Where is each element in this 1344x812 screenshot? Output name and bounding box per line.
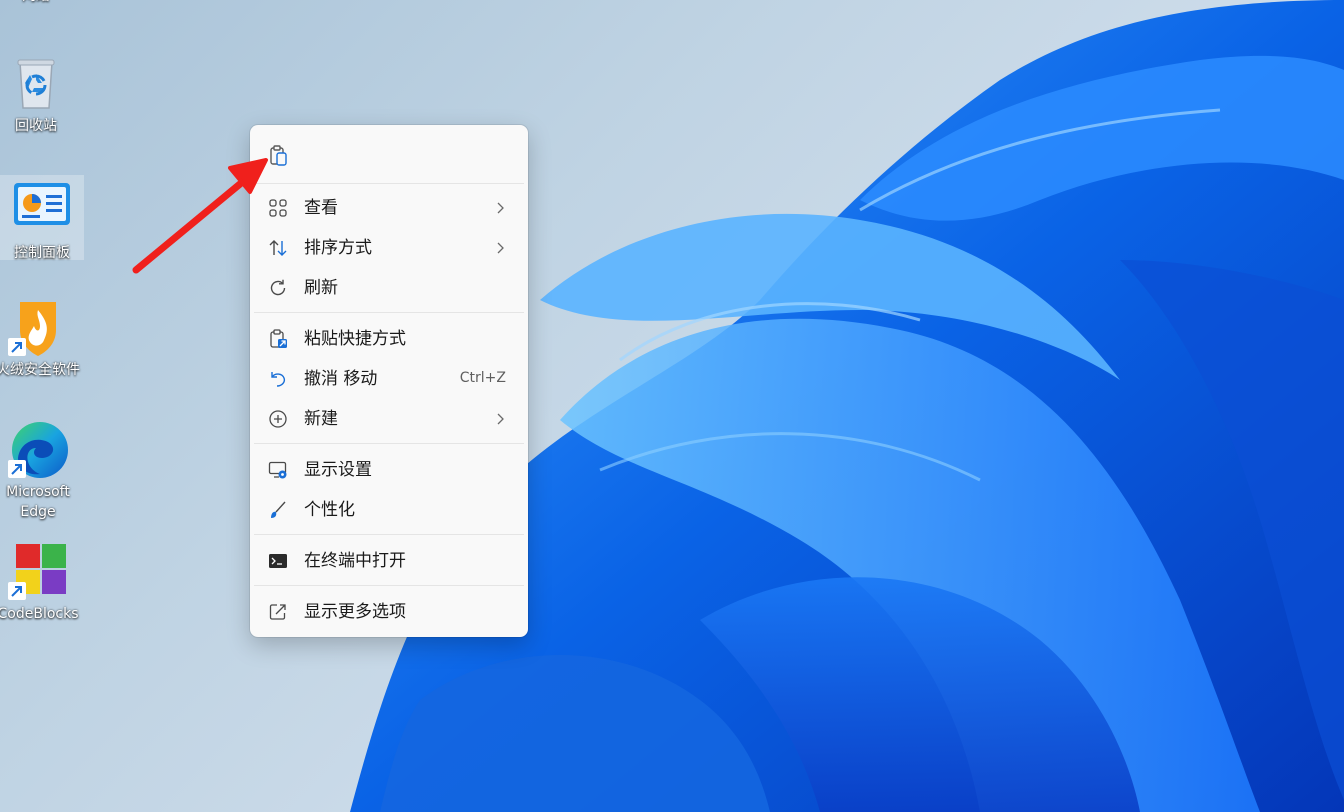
shortcut-arrow-icon <box>8 582 26 600</box>
recycle-bin-icon <box>4 52 68 116</box>
huorong-shield-icon <box>6 296 70 360</box>
view-grid-icon <box>269 199 287 217</box>
desktop-icon-control-panel[interactable]: 控制面板 <box>0 175 84 261</box>
shortcut-arrow-icon <box>8 338 26 356</box>
desktop-icon-label: CodeBlocks <box>0 606 79 622</box>
menu-item-label: 显示设置 <box>304 460 372 480</box>
menu-item-label: 排序方式 <box>304 238 372 258</box>
undo-icon <box>271 372 286 387</box>
desktop-icon-edge[interactable]: Microsoft Edge <box>0 418 80 522</box>
chevron-right-icon <box>497 413 504 425</box>
shortcut-arrow-icon <box>8 460 26 478</box>
menu-item-sort-by[interactable]: 排序方式 <box>254 228 524 268</box>
desktop-icon-label: 控制面板 <box>14 245 70 261</box>
paste-button[interactable] <box>264 141 294 171</box>
codeblocks-icon <box>6 540 70 604</box>
paste-shortcut-icon <box>270 329 287 348</box>
desktop-icon-label-line2: Edge <box>20 504 56 520</box>
menu-item-paste-shortcut[interactable]: 粘贴快捷方式 <box>254 319 524 359</box>
menu-item-label: 新建 <box>304 409 338 429</box>
menu-item-label: 个性化 <box>304 500 355 520</box>
desktop-context-menu: 查看 排序方式 刷新 粘贴快捷方式 撤消 移动 Ctrl+Z 新建 显示设置 个… <box>250 125 528 637</box>
refresh-icon <box>270 279 286 296</box>
show-more-options-icon <box>269 604 286 620</box>
menu-item-label: 查看 <box>304 198 338 218</box>
menu-item-undo-move[interactable]: 撤消 移动 Ctrl+Z <box>254 359 524 399</box>
control-panel-icon <box>10 179 74 243</box>
display-settings-icon <box>268 461 287 479</box>
sort-icon <box>269 240 287 256</box>
quick-action-bar <box>250 125 528 183</box>
menu-item-label: 刷新 <box>304 278 338 298</box>
desktop-icon-huorong[interactable]: 火绒安全软件 <box>0 296 80 380</box>
menu-item-view[interactable]: 查看 <box>254 188 524 228</box>
menu-item-label: 在终端中打开 <box>304 551 406 571</box>
personalize-brush-icon <box>271 501 286 518</box>
desktop-icon-recycle-bin[interactable]: 回收站 <box>0 52 78 136</box>
desktop-icon-network[interactable]: 网络 <box>0 0 78 6</box>
menu-item-show-more-options[interactable]: 显示更多选项 <box>254 592 524 632</box>
desktop-icon-label-line1: Microsoft <box>6 484 70 500</box>
keyboard-shortcut: Ctrl+Z <box>459 370 506 386</box>
edge-browser-icon <box>6 418 70 482</box>
menu-item-new[interactable]: 新建 <box>254 399 524 439</box>
terminal-icon <box>269 554 287 568</box>
desktop-icon-label: 火绒安全软件 <box>0 362 80 378</box>
paste-icon <box>270 145 287 166</box>
chevron-right-icon <box>497 242 504 254</box>
desktop-icon-codeblocks[interactable]: CodeBlocks <box>0 540 80 624</box>
menu-item-label: 粘贴快捷方式 <box>304 329 406 349</box>
menu-item-label: 显示更多选项 <box>304 602 406 622</box>
menu-item-display-settings[interactable]: 显示设置 <box>254 450 524 490</box>
desktop-icon-label: 网络 <box>0 0 78 6</box>
new-plus-icon <box>269 410 287 428</box>
chevron-right-icon <box>497 202 504 214</box>
menu-item-label: 撤消 移动 <box>304 369 378 389</box>
menu-item-refresh[interactable]: 刷新 <box>254 268 524 308</box>
menu-item-personalize[interactable]: 个性化 <box>254 490 524 530</box>
desktop-icon-label: 回收站 <box>15 118 57 134</box>
menu-item-open-in-terminal[interactable]: 在终端中打开 <box>254 541 524 581</box>
wallpaper-bloom <box>350 0 1344 812</box>
